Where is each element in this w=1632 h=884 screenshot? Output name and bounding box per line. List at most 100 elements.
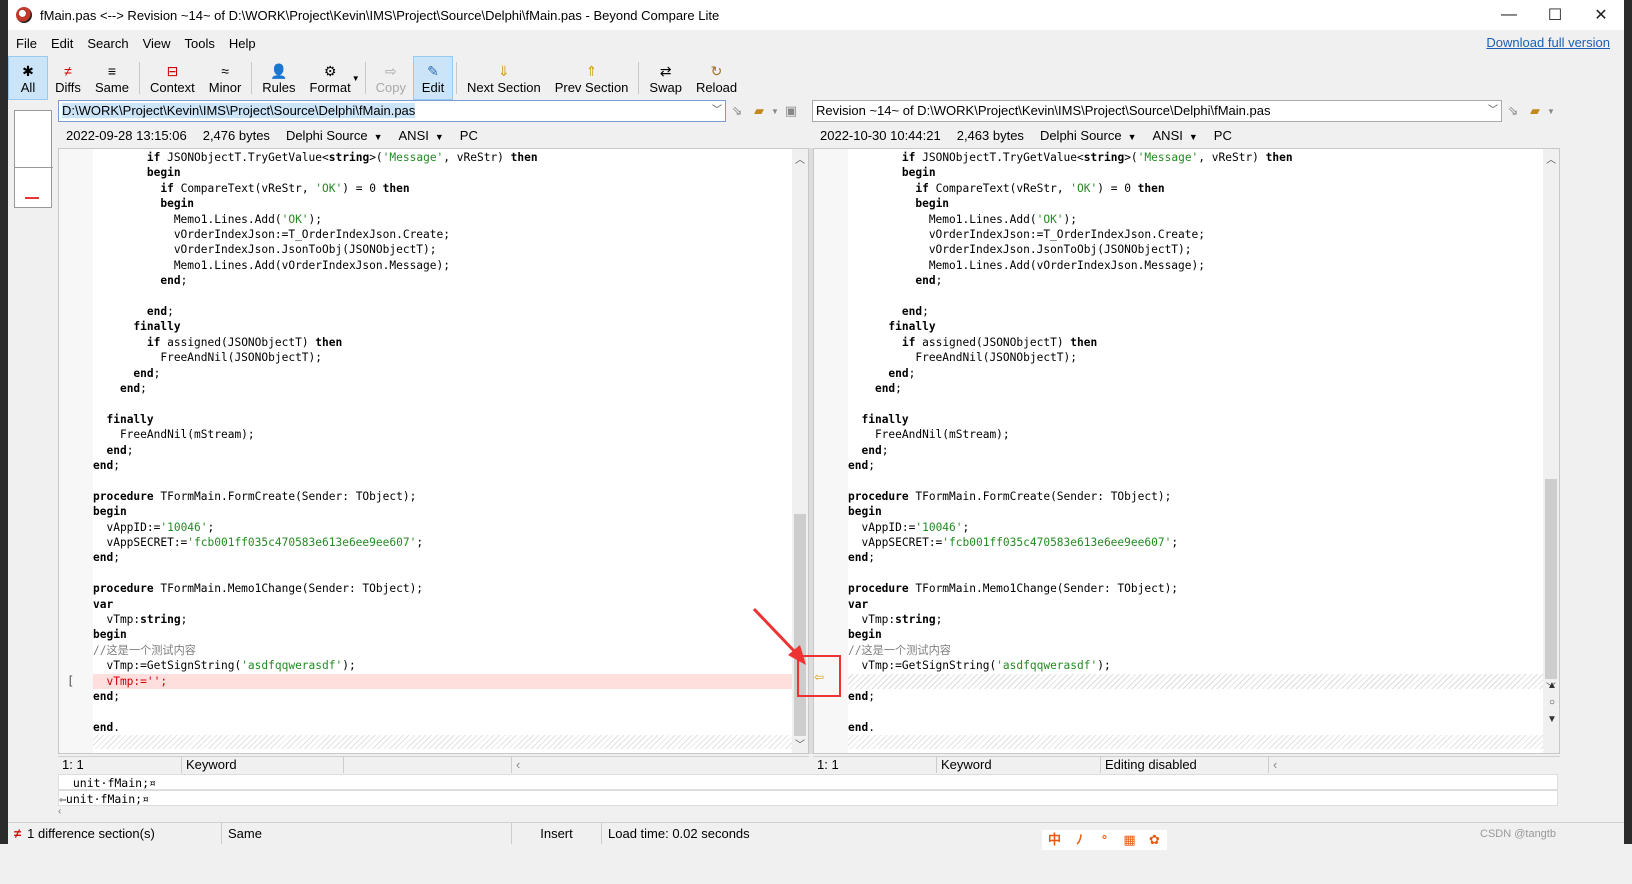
code-line[interactable]: begin [848,165,1543,180]
code-line[interactable]: vOrderIndexJson:=T_OrderIndexJson.Create… [848,227,1543,242]
code-line[interactable]: vTmp:string; [848,612,1543,627]
scroll-up-icon[interactable]: ︿ [1543,151,1559,166]
toolbar-prev-section-button[interactable]: ⇑ Prev Section [548,56,636,100]
code-line[interactable]: end. [848,720,1543,735]
code-line[interactable]: finally [93,319,792,334]
code-line[interactable] [848,704,1543,719]
code-line[interactable]: end; [848,458,1543,473]
code-line[interactable]: end; [848,381,1543,396]
difference-overview-thumbnail[interactable] [14,110,53,208]
right-hscroll[interactable]: ‹ [1269,757,1560,773]
code-line[interactable]: vAppID:='10046'; [93,520,792,535]
code-line[interactable] [93,566,792,581]
left-format-select[interactable]: Delphi Source ▼ [278,128,391,143]
right-line-ending[interactable]: PC [1206,128,1240,143]
code-line[interactable]: end. [93,720,792,735]
code-line[interactable] [93,289,792,304]
center-icon[interactable]: ○ [1545,697,1559,708]
code-line[interactable]: if CompareText(vReStr, 'OK') = 0 then [93,181,792,196]
toolbar-minor-button[interactable]: ≈ Minor [202,56,249,100]
open-folder-icon[interactable]: ▰ [748,103,770,119]
scroll-up-icon[interactable]: ︿ [792,151,808,166]
code-line[interactable] [848,289,1543,304]
code-line[interactable]: if assigned(JSONObjectT) then [93,335,792,350]
code-line[interactable]: FreeAndNil(mStream); [848,427,1543,442]
ime-punct-icon[interactable]: ° [1092,830,1117,850]
code-line[interactable]: FreeAndNil(JSONObjectT); [848,350,1543,365]
code-line[interactable]: end; [93,458,792,473]
code-line[interactable]: vAppSECRET:='fcb001ff035c470583e613e6ee9… [848,535,1543,550]
menu-help[interactable]: Help [222,36,263,51]
toolbar-edit-button[interactable]: ✎ Edit [413,56,453,100]
close-button[interactable]: ✕ [1578,0,1624,30]
code-line[interactable]: procedure TFormMain.FormCreate(Sender: T… [848,489,1543,504]
code-line[interactable]: end; [848,304,1543,319]
toolbar-reload-button[interactable]: ↻ Reload [689,56,744,100]
toolbar-format-button[interactable]: ⚙ Format [303,56,358,100]
line-compare-top[interactable]: unit·fMain;¤ [58,774,1558,790]
code-line[interactable]: vTmp:=GetSignString('asdfqqwerasdf'); [93,658,792,673]
line-compare-bottom[interactable]: ⇦unit·fMain;¤ [58,790,1558,806]
diff-placeholder-line[interactable] [848,673,1543,689]
code-line[interactable]: end; [93,366,792,381]
code-line[interactable]: finally [93,412,792,427]
toolbar-all-button[interactable]: ✱ All [8,56,48,100]
copy-to-left-arrow-icon[interactable]: ⇦ [814,671,828,683]
code-line[interactable]: var [93,597,792,612]
code-line[interactable]: Memo1.Lines.Add('OK'); [848,212,1543,227]
left-hscroll[interactable]: ‹ [512,757,809,773]
code-line[interactable]: end; [93,550,792,565]
menu-file[interactable]: File [8,36,44,51]
code-line[interactable]: end; [93,273,792,288]
code-line[interactable]: vAppID:='10046'; [848,520,1543,535]
toolbar-copy-button[interactable]: ⇨ Copy [369,56,413,100]
code-line[interactable]: begin [93,504,792,519]
code-line[interactable]: if assigned(JSONObjectT) then [848,335,1543,350]
code-line[interactable]: Memo1.Lines.Add('OK'); [93,212,792,227]
format-dropdown-arrow-icon[interactable]: ▼ [352,74,360,83]
code-line[interactable]: end; [93,689,792,704]
toolbar-swap-button[interactable]: ⇄ Swap [642,56,689,100]
code-line[interactable]: end; [848,443,1543,458]
chevron-down-icon[interactable]: ▼ [1546,107,1556,116]
scrollbar-thumb[interactable] [1545,479,1557,679]
code-line[interactable]: begin [848,504,1543,519]
code-line[interactable] [93,473,792,488]
code-line[interactable]: procedure TFormMain.FormCreate(Sender: T… [93,489,792,504]
code-line[interactable]: begin [848,196,1543,211]
toolbar-same-button[interactable]: ≡ Same [88,56,136,100]
toolbar-rules-button[interactable]: 👤 Rules [255,56,302,100]
chevron-down-icon[interactable]: ▼ [770,107,780,116]
code-line[interactable]: end; [93,381,792,396]
code-line[interactable]: FreeAndNil(mStream); [93,427,792,442]
menu-tools[interactable]: Tools [178,36,222,51]
code-line[interactable]: procedure TFormMain.Memo1Change(Sender: … [93,581,792,596]
code-line[interactable]: end; [93,443,792,458]
code-line[interactable] [848,396,1543,411]
code-line[interactable]: procedure TFormMain.Memo1Change(Sender: … [848,581,1543,596]
ime-moon-icon[interactable]: ﾉ [1067,830,1092,850]
code-line[interactable] [93,704,792,719]
code-line[interactable]: begin [93,627,792,642]
code-line[interactable]: end; [848,366,1543,381]
code-line[interactable]: begin [93,165,792,180]
code-line[interactable]: vOrderIndexJson.JsonToObj(JSONObjectT); [848,242,1543,257]
code-line[interactable]: var [848,597,1543,612]
right-encoding-select[interactable]: ANSI ▼ [1145,128,1206,143]
left-line-ending[interactable]: PC [452,128,486,143]
ime-keyboard-icon[interactable]: ▦ [1117,830,1142,850]
code-line[interactable]: end; [848,550,1543,565]
code-line[interactable]: FreeAndNil(JSONObjectT); [93,350,792,365]
left-code-pane[interactable]: ︿ ﹀ if JSONObjectT.TryGetValue<string>('… [58,148,809,754]
menu-view[interactable]: View [136,36,178,51]
code-line[interactable]: vOrderIndexJson:=T_OrderIndexJson.Create… [93,227,792,242]
right-vertical-scrollbar[interactable]: ︿ ﹀ [1543,149,1559,753]
toolbar-next-section-button[interactable]: ⇓ Next Section [460,56,548,100]
code-line[interactable] [848,473,1543,488]
code-line[interactable]: if CompareText(vReStr, 'OK') = 0 then [848,181,1543,196]
code-line[interactable]: Memo1.Lines.Add(vOrderIndexJson.Message)… [93,258,792,273]
minimize-button[interactable]: — [1486,0,1532,30]
chevron-down-icon[interactable]: ﹀ [712,101,722,121]
history-icon[interactable]: ⇘ [1502,103,1524,119]
menu-search[interactable]: Search [80,36,135,51]
